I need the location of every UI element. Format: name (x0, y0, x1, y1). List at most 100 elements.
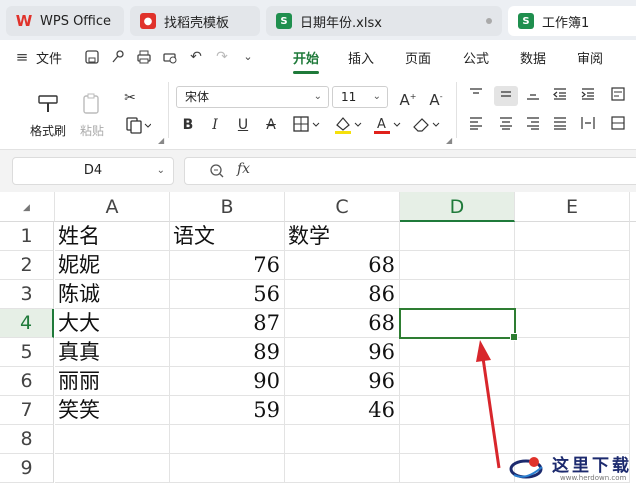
cell-c5[interactable]: 96 (285, 338, 400, 367)
increase-font-size-icon[interactable]: A+ (398, 87, 418, 109)
cell-a7[interactable]: 笑笑 (55, 396, 170, 425)
cell-b6[interactable]: 90 (170, 367, 285, 396)
cell-d6[interactable] (400, 367, 515, 396)
cell-b1[interactable]: 语文 (170, 222, 285, 251)
cell-c8[interactable] (285, 425, 400, 454)
cell-c6[interactable]: 96 (285, 367, 400, 396)
cell-e2[interactable] (515, 251, 630, 280)
clipboard-dialog-launcher-icon[interactable]: ◢ (158, 136, 164, 145)
merge-cells-icon[interactable] (608, 115, 628, 135)
print-icon[interactable] (136, 49, 152, 65)
fx-icon[interactable]: fx (237, 161, 250, 177)
menu-formula[interactable]: 公式 (463, 48, 489, 67)
cell-a3[interactable]: 陈诚 (55, 280, 170, 309)
customize-toolbar-chevron-icon[interactable]: ⌄ (240, 49, 256, 65)
row-header-1[interactable]: 1 (0, 222, 54, 251)
cell-a2[interactable]: 妮妮 (55, 251, 170, 280)
select-all-corner[interactable]: ◢ (0, 192, 55, 222)
clear-format-eraser-icon[interactable] (411, 115, 441, 135)
cell-b3[interactable]: 56 (170, 280, 285, 309)
row-header-8[interactable]: 8 (0, 425, 54, 454)
cell-d5[interactable] (400, 338, 515, 367)
tab-workbook1[interactable]: S 工作簿1 (508, 6, 636, 36)
cell-b5[interactable]: 89 (170, 338, 285, 367)
font-size-select[interactable]: 11 ⌄ (332, 86, 388, 108)
column-header-d[interactable]: D (400, 192, 515, 222)
cell-d4[interactable] (400, 309, 515, 338)
tab-wps-office[interactable]: W WPS Office (6, 6, 124, 36)
cell-e1[interactable] (515, 222, 630, 251)
row-header-9[interactable]: 9 (0, 454, 54, 483)
cell-c3[interactable]: 86 (285, 280, 400, 309)
cell-c7[interactable]: 46 (285, 396, 400, 425)
cell-c2[interactable]: 68 (285, 251, 400, 280)
tab-date-year-xlsx[interactable]: S 日期年份.xlsx (266, 6, 502, 36)
undo-icon[interactable]: ↶ (188, 49, 204, 65)
decrease-indent-icon[interactable] (550, 86, 570, 106)
align-center-icon[interactable] (494, 115, 518, 135)
borders-icon[interactable] (292, 115, 322, 135)
row-header-5[interactable]: 5 (0, 338, 54, 367)
cell-c1[interactable]: 数学 (285, 222, 400, 251)
share-icon[interactable] (110, 49, 126, 65)
cell-d2[interactable] (400, 251, 515, 280)
distributed-align-icon[interactable] (578, 115, 598, 135)
font-color-icon[interactable]: A (372, 115, 402, 135)
redo-icon[interactable]: ↷ (214, 49, 230, 65)
cell-e6[interactable] (515, 367, 630, 396)
cell-e4[interactable] (515, 309, 630, 338)
cell-e5[interactable] (515, 338, 630, 367)
cell-d7[interactable] (400, 396, 515, 425)
menu-home[interactable]: 开始 (293, 48, 320, 74)
hamburger-menu-icon[interactable]: ≡ (14, 49, 30, 65)
tab-docer-templates[interactable]: ● 找稻壳模板 (130, 6, 260, 36)
menu-insert[interactable]: 插入 (348, 48, 374, 67)
cut-icon[interactable]: ✂ (120, 88, 140, 108)
menu-data[interactable]: 数据 (520, 48, 546, 67)
paste-button[interactable]: 粘贴 (70, 86, 114, 139)
wrap-text-icon[interactable] (608, 86, 628, 106)
bold-icon[interactable]: B (178, 115, 198, 135)
formula-input[interactable]: fx (184, 157, 636, 185)
menu-file[interactable]: 文件 (36, 48, 62, 67)
cell-d9[interactable] (400, 454, 515, 483)
cell-d1[interactable] (400, 222, 515, 251)
font-dialog-launcher-icon[interactable]: ◢ (446, 136, 452, 145)
align-top-icon[interactable] (466, 86, 486, 106)
underline-icon[interactable]: U (233, 115, 253, 135)
cell-a8[interactable] (55, 425, 170, 454)
justify-icon[interactable] (550, 115, 570, 135)
column-header-c[interactable]: C (285, 192, 400, 222)
print-preview-icon[interactable] (162, 49, 178, 65)
save-icon[interactable] (84, 49, 100, 65)
column-header-e[interactable]: E (515, 192, 630, 222)
column-header-a[interactable]: A (55, 192, 170, 222)
cell-b9[interactable] (170, 454, 285, 483)
align-right-icon[interactable] (523, 115, 543, 135)
cell-a1[interactable]: 姓名 (55, 222, 170, 251)
zoom-search-icon[interactable] (209, 163, 225, 183)
strikethrough-icon[interactable]: A (261, 115, 281, 135)
cell-e3[interactable] (515, 280, 630, 309)
cell-d8[interactable] (400, 425, 515, 454)
row-header-2[interactable]: 2 (0, 251, 54, 280)
row-header-4[interactable]: 4 (0, 309, 54, 338)
align-left-icon[interactable] (466, 115, 486, 135)
name-box[interactable]: D4 ⌄ (12, 157, 174, 185)
align-middle-icon[interactable] (494, 86, 518, 106)
row-header-6[interactable]: 6 (0, 367, 54, 396)
cell-b4[interactable]: 87 (170, 309, 285, 338)
menu-review[interactable]: 审阅 (577, 48, 603, 67)
decrease-font-size-icon[interactable]: A- (426, 87, 446, 109)
column-header-b[interactable]: B (170, 192, 285, 222)
cell-a4[interactable]: 大大 (55, 309, 170, 338)
italic-icon[interactable]: I (205, 115, 225, 135)
cell-c9[interactable] (285, 454, 400, 483)
cell-a9[interactable] (55, 454, 170, 483)
cell-b8[interactable] (170, 425, 285, 454)
cell-e7[interactable] (515, 396, 630, 425)
cell-d3[interactable] (400, 280, 515, 309)
row-header-3[interactable]: 3 (0, 280, 54, 309)
cell-a6[interactable]: 丽丽 (55, 367, 170, 396)
menu-page[interactable]: 页面 (405, 48, 431, 67)
